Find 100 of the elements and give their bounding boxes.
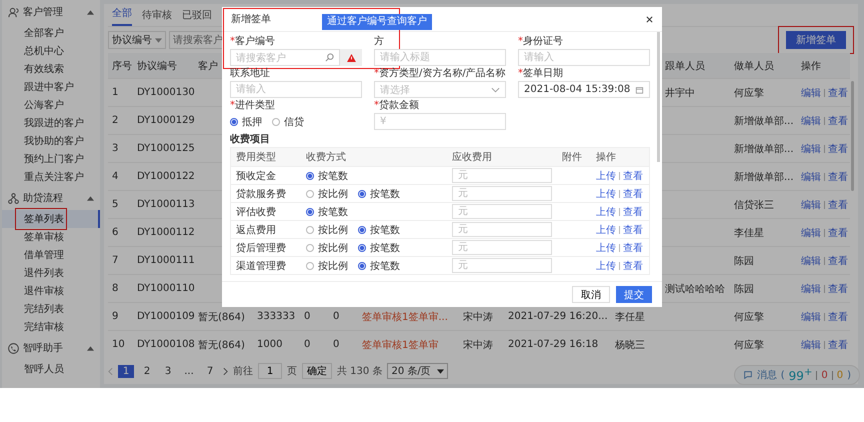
input-field[interactable]: 元 [452, 168, 552, 183]
input-field[interactable]: ¥ [374, 113, 506, 130]
radio-option[interactable]: 抵押 [230, 114, 262, 128]
radio-option[interactable]: 按笔数 [358, 186, 400, 200]
scrollbar[interactable] [851, 81, 854, 191]
tab[interactable]: 待审核 [142, 8, 172, 26]
radio-option[interactable]: 按笔数 [358, 240, 400, 254]
sidebar-item[interactable]: 跟进中客户 [2, 78, 100, 96]
caret-icon[interactable] [87, 346, 94, 350]
page-number[interactable]: 3 [160, 364, 176, 378]
radio-option[interactable]: 按笔数 [358, 258, 400, 272]
sidebar-item[interactable]: 完结列表 [2, 300, 100, 318]
tab[interactable]: 已驳回 [182, 8, 212, 26]
input-field[interactable]: 元 [452, 222, 552, 237]
radio-option[interactable]: 信贷 [272, 114, 304, 128]
action-link[interactable]: 查看 [828, 310, 848, 324]
table-cell: DY1000113 [137, 199, 195, 210]
radio-option[interactable]: 按笔数 [358, 222, 400, 236]
sidebar-item[interactable]: 签单列表 [2, 210, 100, 228]
radio-option[interactable]: 按比例 [306, 240, 348, 254]
input-field[interactable]: 请输入标题 [374, 49, 506, 66]
action-link[interactable]: 查看 [623, 222, 643, 236]
input-field[interactable]: 元 [452, 186, 552, 201]
warning-button[interactable] [340, 49, 362, 66]
action-link[interactable]: 查看 [828, 198, 848, 212]
action-link[interactable]: 上传 [596, 186, 616, 200]
action-link[interactable]: 编辑 [801, 254, 821, 268]
menu-group-label[interactable]: 助贷流程 [23, 191, 83, 205]
action-link[interactable]: 查看 [828, 170, 848, 184]
submit-button[interactable]: 提交 [616, 286, 652, 303]
action-link[interactable]: 查看 [623, 186, 643, 200]
tab[interactable]: 全部 [112, 6, 132, 26]
action-link[interactable]: 查看 [828, 254, 848, 268]
radio-option[interactable]: 按笔数 [306, 204, 348, 218]
sidebar-item[interactable]: 签单审核 [2, 228, 100, 246]
action-link[interactable]: 编辑 [801, 198, 821, 212]
sidebar-item[interactable]: 全部客户 [2, 24, 100, 42]
action-link[interactable]: 上传 [596, 222, 616, 236]
filter-select[interactable]: 协议编号 [108, 31, 166, 49]
scrollbar[interactable] [657, 32, 660, 162]
action-link[interactable]: 上传 [596, 168, 616, 182]
action-link[interactable]: 编辑 [801, 226, 821, 240]
action-link[interactable]: 编辑 [801, 142, 821, 156]
page-field[interactable]: 1 [258, 363, 282, 379]
action-link[interactable]: 查看 [623, 240, 643, 254]
radio-option[interactable]: 按笔数 [306, 168, 348, 182]
date-field[interactable]: 2021-08-04 15:39:08 [518, 81, 650, 98]
action-link[interactable]: 上传 [596, 258, 616, 272]
action-link[interactable]: 上传 [596, 240, 616, 254]
sidebar-item[interactable]: 重点关注客户 [2, 168, 100, 186]
action-link[interactable]: 查看 [623, 204, 643, 218]
action-link[interactable]: 查看 [828, 338, 848, 352]
sidebar-item[interactable]: 我跟进的客户 [2, 114, 100, 132]
sidebar-item[interactable]: 退件列表 [2, 264, 100, 282]
page-number[interactable]: 7 [202, 364, 218, 378]
menu-group-label[interactable]: 智呼助手 [23, 341, 83, 355]
page-number[interactable]: 2 [139, 364, 155, 378]
sidebar-item[interactable]: 预约上门客户 [2, 150, 100, 168]
action-link[interactable]: 编辑 [801, 282, 821, 296]
action-link[interactable]: 查看 [828, 142, 848, 156]
sidebar-item[interactable]: 完结审核 [2, 318, 100, 336]
page-number[interactable]: 1 [118, 364, 134, 378]
sidebar-item[interactable]: 智呼人员 [2, 360, 100, 378]
next-page-icon[interactable] [223, 366, 228, 376]
action-link[interactable]: 查看 [828, 86, 848, 100]
action-link[interactable]: 查看 [623, 168, 643, 182]
input-field[interactable]: 请输入 [518, 49, 650, 66]
input-field[interactable]: 元 [452, 204, 552, 219]
cancel-button[interactable]: 取消 [572, 286, 610, 303]
action-link[interactable]: 编辑 [801, 310, 821, 324]
input-field[interactable]: 请输入 [230, 81, 362, 98]
page-number[interactable]: ... [181, 364, 197, 378]
menu-group-label[interactable]: 客户管理 [23, 5, 83, 19]
input-field[interactable]: 元 [452, 240, 552, 255]
sidebar-item[interactable]: 公海客户 [2, 96, 100, 114]
action-link[interactable]: 查看 [828, 226, 848, 240]
caret-icon[interactable] [87, 196, 94, 200]
action-link[interactable]: 查看 [828, 282, 848, 296]
add-order-button[interactable]: 新增签单 [786, 31, 846, 49]
table-cell: 李任星 [615, 312, 645, 322]
action-link[interactable]: 编辑 [801, 114, 821, 128]
close-icon[interactable] [646, 16, 653, 22]
sidebar-item[interactable]: 有效线索 [2, 60, 100, 78]
action-link[interactable]: 查看 [623, 258, 643, 272]
sidebar-item[interactable]: 退件审核 [2, 282, 100, 300]
caret-icon[interactable] [87, 10, 94, 14]
confirm-button[interactable]: 确定 [302, 363, 332, 379]
radio-option[interactable]: 按比例 [306, 186, 348, 200]
sidebar-item[interactable]: 借单管理 [2, 246, 100, 264]
sidebar-item[interactable]: 我协助的客户 [2, 132, 100, 150]
action-link[interactable]: 编辑 [801, 86, 821, 100]
radio-option[interactable]: 按比例 [306, 222, 348, 236]
action-link[interactable]: 编辑 [801, 338, 821, 352]
page-size-select[interactable]: 20 条/页 [387, 363, 448, 379]
radio-option[interactable]: 按比例 [306, 258, 348, 272]
action-link[interactable]: 上传 [596, 204, 616, 218]
action-link[interactable]: 编辑 [801, 170, 821, 184]
action-link[interactable]: 查看 [828, 114, 848, 128]
input-field[interactable]: 元 [452, 258, 552, 273]
sidebar-item[interactable]: 总机中心 [2, 42, 100, 60]
